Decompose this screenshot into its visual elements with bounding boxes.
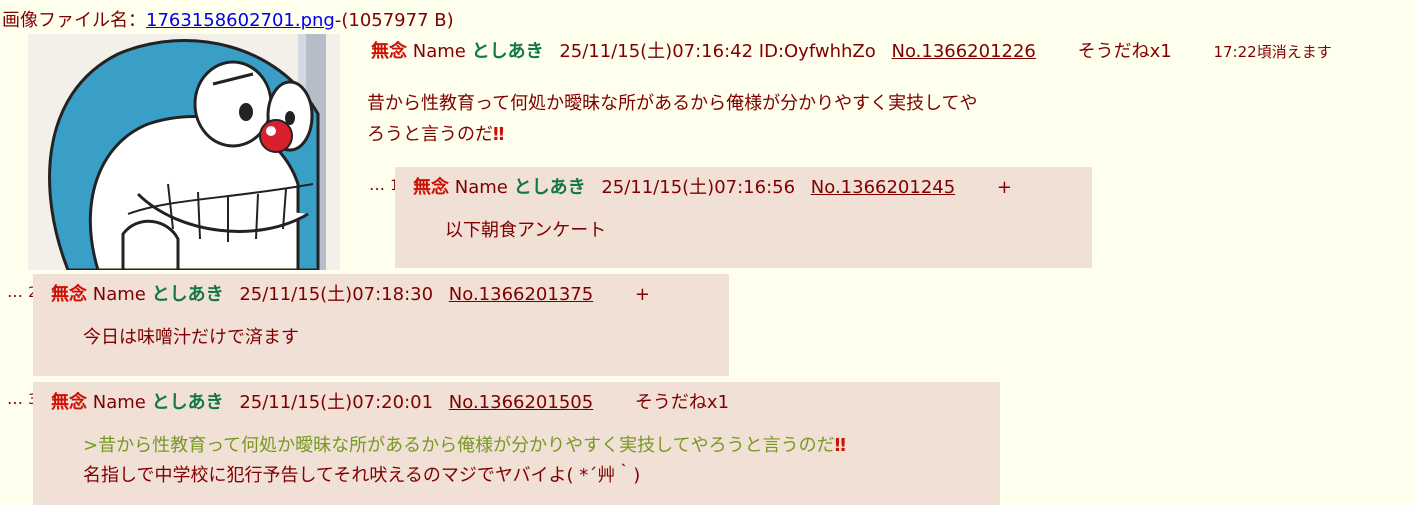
reply-soudane-button[interactable]: + bbox=[997, 177, 1012, 198]
op-name-label: Name bbox=[412, 41, 466, 62]
double-exclamation-icon: ‼ bbox=[834, 435, 846, 456]
file-info: 画像ファイル名：1763158602701.png-(1057977 B) bbox=[2, 6, 454, 32]
reply-dots: … bbox=[7, 282, 23, 301]
op-expire-time: 17:22頃消えます bbox=[1213, 43, 1332, 61]
op-comment-line1: 昔から性教育って何処か曖昧な所があるから俺様が分かりやすく実技してや bbox=[367, 93, 978, 114]
reply-header: 無念 Name としあき 25/11/15(土)07:20:01 No.1366… bbox=[51, 388, 729, 414]
reply-name: としあき bbox=[513, 177, 586, 198]
reply-name: としあき bbox=[151, 392, 224, 413]
op-header: 無念 Name としあき 25/11/15(土)07:16:42 ID:Oyfw… bbox=[371, 37, 1332, 63]
op-soudane-button[interactable]: そうだねx1 bbox=[1078, 41, 1172, 62]
reply-header: 無念 Name としあき 25/11/15(土)07:16:56 No.1366… bbox=[413, 173, 1012, 199]
file-link[interactable]: 1763158602701.png bbox=[146, 10, 335, 31]
reply-name-label: Name bbox=[454, 177, 508, 198]
op-thumbnail-image[interactable] bbox=[28, 34, 340, 270]
op-comment: 昔から性教育って何処か曖昧な所があるから俺様が分かりやすく実技してや ろうと言う… bbox=[367, 88, 1087, 150]
reply-subject: 無念 bbox=[51, 392, 87, 413]
reply-name: としあき bbox=[151, 284, 224, 305]
reply-soudane-button[interactable]: + bbox=[635, 284, 650, 305]
reply-post: 無念 Name としあき 25/11/15(土)07:20:01 No.1366… bbox=[33, 382, 1000, 505]
op-name: としあき bbox=[471, 41, 544, 62]
reply-comment: >昔から性教育って何処か曖昧な所があるから俺様が分かりやすく実技してやろうと言う… bbox=[83, 431, 846, 491]
reply-soudane-button[interactable]: そうだねx1 bbox=[635, 392, 729, 413]
reply-dots: … bbox=[7, 389, 23, 408]
reply-comment: 今日は味噌汁だけで済ます bbox=[83, 327, 299, 348]
op-date: 25/11/15(土)07:16:42 bbox=[559, 41, 754, 62]
op-subject: 無念 bbox=[371, 41, 407, 62]
reply-name-label: Name bbox=[92, 392, 146, 413]
cartoon-thumbnail bbox=[28, 34, 340, 270]
reply-subject: 無念 bbox=[51, 284, 87, 305]
reply-date: 25/11/15(土)07:16:56 bbox=[601, 177, 796, 198]
reply-header: 無念 Name としあき 25/11/15(土)07:18:30 No.1366… bbox=[51, 280, 650, 306]
reply-subject: 無念 bbox=[413, 177, 449, 198]
reply-name-label: Name bbox=[92, 284, 146, 305]
reply-post: 無念 Name としあき 25/11/15(土)07:16:56 No.1366… bbox=[395, 167, 1092, 268]
reply-post-number[interactable]: No.1366201375 bbox=[449, 284, 593, 305]
op-post-number[interactable]: No.1366201226 bbox=[891, 41, 1035, 62]
reply-post-number[interactable]: No.1366201245 bbox=[811, 177, 955, 198]
reply-comment: 以下朝食アンケート bbox=[445, 220, 607, 241]
double-exclamation-icon: ‼ bbox=[493, 124, 505, 145]
reply-date: 25/11/15(土)07:20:01 bbox=[239, 392, 434, 413]
reply-comment-text: 名指しで中学校に犯行予告してそれ吠えるのマジでヤバイよ( *´艸｀) bbox=[83, 465, 641, 486]
reply-date: 25/11/15(土)07:18:30 bbox=[239, 284, 434, 305]
reply-post-number[interactable]: No.1366201505 bbox=[449, 392, 593, 413]
file-label: 画像ファイル名： bbox=[2, 10, 146, 31]
op-id: ID:OyfwhhZo bbox=[758, 41, 876, 62]
reply-quote: >昔から性教育って何処か曖昧な所があるから俺様が分かりやすく実技してやろうと言う… bbox=[83, 435, 835, 456]
file-size: -(1057977 B) bbox=[334, 10, 454, 31]
op-comment-line2: ろうと言うのだ bbox=[367, 124, 493, 145]
reply-dots: … bbox=[369, 175, 385, 194]
reply-post: 無念 Name としあき 25/11/15(土)07:18:30 No.1366… bbox=[33, 274, 729, 376]
